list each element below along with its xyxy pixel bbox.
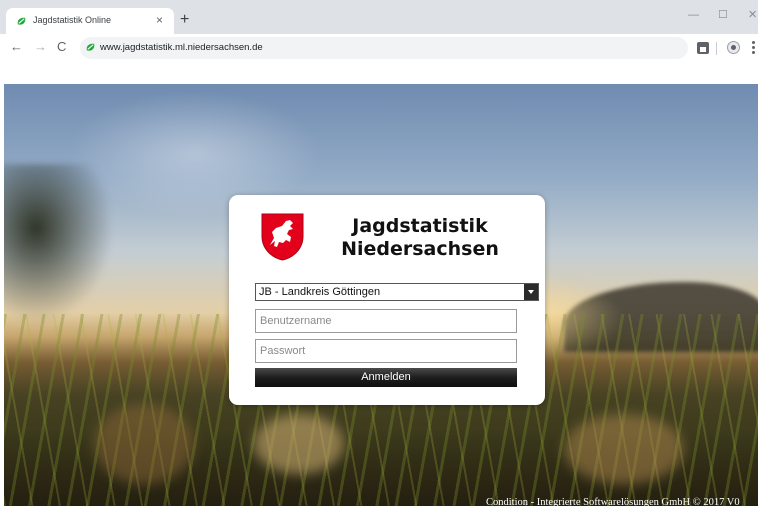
- url-text: www.jagdstatistik.ml.niedersachsen.de: [100, 42, 263, 53]
- extension-icon[interactable]: [697, 42, 709, 54]
- reload-button[interactable]: C: [57, 40, 66, 54]
- address-bar[interactable]: www.jagdstatistik.ml.niedersachsen.de: [80, 37, 688, 59]
- background-tree: [4, 164, 114, 324]
- window-maximize-button[interactable]: ☐: [718, 9, 728, 21]
- back-button[interactable]: ←: [10, 40, 23, 54]
- district-select-value: JB - Landkreis Göttingen: [259, 286, 381, 298]
- browser-toolbar: ← → C www.jagdstatistik.ml.niedersachsen…: [0, 34, 758, 63]
- tab-title: Jagdstatistik Online: [33, 15, 112, 25]
- browser-menu-icon[interactable]: [752, 41, 755, 55]
- chevron-down-icon[interactable]: [524, 284, 538, 300]
- site-favicon-icon: [17, 17, 26, 25]
- app-title: Jagdstatistik Niedersachsen: [325, 215, 515, 261]
- tab-close-icon[interactable]: ×: [156, 13, 163, 27]
- tab-strip: Jagdstatistik Online × + — ☐ ✕: [0, 0, 758, 34]
- lower-saxony-crest-icon: [261, 213, 304, 261]
- forward-button[interactable]: →: [34, 40, 47, 54]
- background-bokeh: [254, 414, 344, 474]
- window-minimize-button[interactable]: —: [688, 9, 699, 21]
- browser-chrome: Jagdstatistik Online × + — ☐ ✕ ← → C www…: [0, 0, 758, 63]
- background-bokeh: [564, 414, 684, 484]
- toolbar-divider: [716, 42, 717, 55]
- site-favicon-icon: [86, 43, 95, 51]
- username-field[interactable]: [255, 309, 517, 333]
- profile-icon[interactable]: [727, 41, 740, 54]
- page-background: Jagdstatistik Niedersachsen JB - Landkre…: [4, 84, 758, 506]
- district-select[interactable]: JB - Landkreis Göttingen: [255, 283, 539, 301]
- app-title-line2: Niedersachsen: [341, 238, 499, 260]
- background-bokeh: [94, 404, 194, 484]
- login-card: Jagdstatistik Niedersachsen JB - Landkre…: [229, 195, 545, 405]
- app-title-line1: Jagdstatistik: [352, 215, 488, 237]
- window-close-button[interactable]: ✕: [748, 9, 757, 21]
- login-button[interactable]: Anmelden: [255, 368, 517, 387]
- browser-tab[interactable]: Jagdstatistik Online ×: [6, 8, 174, 34]
- footer-copyright: Condition - Integrierte Softwarelösungen…: [486, 497, 740, 508]
- new-tab-button[interactable]: +: [180, 12, 189, 28]
- password-field[interactable]: [255, 339, 517, 363]
